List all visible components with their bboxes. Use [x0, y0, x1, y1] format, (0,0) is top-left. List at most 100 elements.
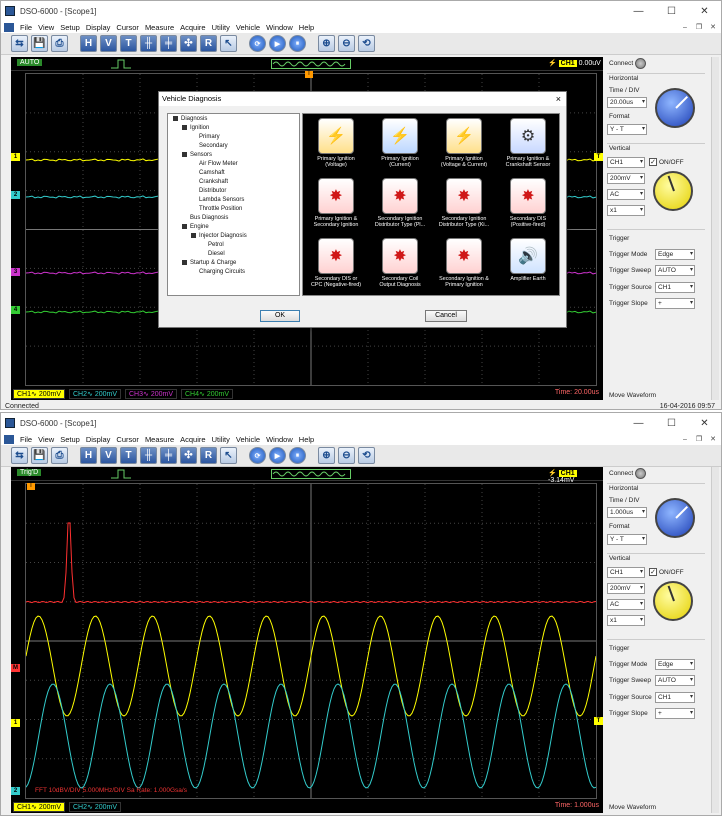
connect-led-icon[interactable] — [635, 468, 646, 479]
volts-div-select[interactable]: 200mV — [607, 583, 645, 594]
auto-measure-icon[interactable]: ✣ — [180, 447, 197, 464]
tree-node[interactable]: Lambda Sensors — [191, 197, 244, 203]
trigger-position-marker[interactable]: T — [305, 71, 313, 78]
menu-utility[interactable]: Utility — [212, 23, 230, 32]
menu-help[interactable]: Help — [299, 435, 314, 444]
run-icon[interactable]: ⟳ — [249, 35, 266, 52]
format-select[interactable]: Y - T — [607, 124, 647, 135]
dialog-close-button[interactable]: × — [556, 92, 561, 106]
ch1-tag[interactable]: CH1∿ 200mV — [13, 802, 65, 812]
tree-node[interactable]: Charging Circuits — [191, 269, 245, 275]
ch1-marker[interactable]: 1 — [11, 719, 20, 727]
play-icon[interactable]: ▶ — [269, 447, 286, 464]
vertical-scrollbar[interactable] — [711, 467, 719, 813]
tree-node[interactable]: Petrol — [200, 242, 224, 248]
ch2-marker[interactable]: 2 — [11, 787, 20, 795]
r-icon[interactable]: R — [200, 447, 217, 464]
menu-cursor[interactable]: Cursor — [116, 435, 139, 444]
tree-node[interactable]: Diagnosis — [173, 116, 207, 122]
connect-icon[interactable]: ⇆ — [11, 35, 28, 52]
v-icon[interactable]: V — [100, 35, 117, 52]
time-div-select[interactable]: 1.000us — [607, 507, 647, 518]
maximize-button[interactable]: ☐ — [655, 413, 688, 433]
ch4-tag[interactable]: CH4∿ 200mV — [181, 389, 233, 399]
probe-select[interactable]: x1 — [607, 615, 645, 626]
menu-setup[interactable]: Setup — [60, 435, 80, 444]
diagnosis-tile[interactable]: ⚡ Primary Ignition (Current) — [368, 118, 432, 168]
expand-icon[interactable] — [173, 116, 178, 121]
v-icon[interactable]: V — [100, 447, 117, 464]
close-button[interactable]: ✕ — [688, 413, 721, 433]
menu-measure[interactable]: Measure — [145, 435, 174, 444]
on-off-checkbox[interactable]: ✓ — [649, 158, 657, 166]
volts-div-knob[interactable] — [653, 171, 693, 211]
waveform-grid[interactable] — [25, 483, 597, 799]
tree-node[interactable]: Camshaft — [191, 170, 225, 176]
probe-select[interactable]: x1 — [607, 205, 645, 216]
trigger-position-marker[interactable]: T — [27, 483, 35, 490]
cursor1-icon[interactable]: ╫ — [140, 447, 157, 464]
ch2-tag[interactable]: CH2∿ 200mV — [69, 389, 121, 399]
trigger-sweep-select[interactable]: AUTO — [655, 675, 695, 686]
tree-node[interactable]: Distributor — [191, 188, 226, 194]
run-icon[interactable]: ⟳ — [249, 447, 266, 464]
expand-icon[interactable] — [191, 233, 196, 238]
memory-position-icon[interactable] — [271, 59, 351, 69]
coupling-select[interactable]: AC — [607, 599, 645, 610]
diagnosis-tile[interactable]: ⚡ Primary Ignition (Voltage) — [304, 118, 368, 168]
menu-file[interactable]: File — [20, 435, 32, 444]
tree-node[interactable]: Diesel — [200, 251, 225, 257]
vertical-scrollbar[interactable] — [711, 57, 719, 400]
pointer-icon[interactable]: ↖ — [220, 35, 237, 52]
trigger-level-marker[interactable]: T — [594, 153, 603, 161]
time-div-select[interactable]: 20.00us — [607, 97, 647, 108]
ch3-marker[interactable]: 3 — [11, 268, 20, 276]
tree-node[interactable]: Secondary — [191, 143, 228, 149]
trigger-source-select[interactable]: CH1 — [655, 692, 695, 703]
minimize-button[interactable]: — — [622, 1, 655, 21]
menu-display[interactable]: Display — [86, 23, 111, 32]
menu-cursor[interactable]: Cursor — [116, 23, 139, 32]
tree-node[interactable]: Throttle Position — [191, 206, 242, 212]
menu-file[interactable]: File — [20, 23, 32, 32]
connect-icon[interactable]: ⇆ — [11, 447, 28, 464]
trigger-slope-select[interactable]: + — [655, 298, 695, 309]
cursor2-icon[interactable]: ╪ — [160, 35, 177, 52]
expand-icon[interactable] — [182, 152, 187, 157]
diagnosis-tile[interactable]: ✸ Secondary Ignition & Primary Ignition — [432, 238, 496, 288]
mdi-close-button[interactable]: ✕ — [707, 23, 719, 32]
minimize-button[interactable]: — — [622, 413, 655, 433]
diagnosis-tile[interactable]: ✸ Secondary DIS or CPC (Negative-fired) — [304, 238, 368, 288]
trigger-sweep-select[interactable]: AUTO — [655, 265, 695, 276]
refresh-icon[interactable]: ⟲ — [358, 35, 375, 52]
pause-icon[interactable]: ⏸ — [289, 35, 306, 52]
mdi-restore-button[interactable]: ❐ — [693, 435, 705, 444]
format-select[interactable]: Y - T — [607, 534, 647, 545]
save-icon[interactable]: 💾 — [31, 447, 48, 464]
save-icon[interactable]: 💾 — [31, 35, 48, 52]
menu-measure[interactable]: Measure — [145, 23, 174, 32]
channel-select[interactable]: CH1 — [607, 157, 645, 168]
trigger-slope-select[interactable]: + — [655, 708, 695, 719]
diagnosis-tile[interactable]: 🔊 Amplifier Earth — [496, 238, 560, 282]
tree-node[interactable]: Startup & Charge — [182, 260, 236, 266]
expand-icon[interactable] — [182, 125, 187, 130]
zoom-out-icon[interactable]: ⊖ — [338, 447, 355, 464]
menu-display[interactable]: Display — [86, 435, 111, 444]
menu-vehicle[interactable]: Vehicle — [236, 435, 260, 444]
time-div-knob[interactable] — [655, 88, 695, 128]
diagnosis-tile[interactable]: ✸ Secondary Coil Output Diagnosis — [368, 238, 432, 288]
menu-view[interactable]: View — [38, 23, 54, 32]
mdi-restore-button[interactable]: ❐ — [693, 23, 705, 32]
close-button[interactable]: ✕ — [688, 1, 721, 21]
trigger-mode-select[interactable]: Edge — [655, 249, 695, 260]
expand-icon[interactable] — [182, 224, 187, 229]
tree-node[interactable]: Bus Diagnosis — [182, 215, 228, 221]
ok-button[interactable]: OK — [260, 310, 300, 322]
diagnosis-tile[interactable]: ✸ Secondary Ignition Distributor Type (Pl.… — [368, 178, 432, 228]
menu-setup[interactable]: Setup — [60, 23, 80, 32]
h-icon[interactable]: H — [80, 35, 97, 52]
t-icon[interactable]: T — [120, 35, 137, 52]
zoom-in-icon[interactable]: ⊕ — [318, 35, 335, 52]
diagnosis-tile[interactable]: ⚙ Primary Ignition & Crankshaft Sensor — [496, 118, 560, 168]
